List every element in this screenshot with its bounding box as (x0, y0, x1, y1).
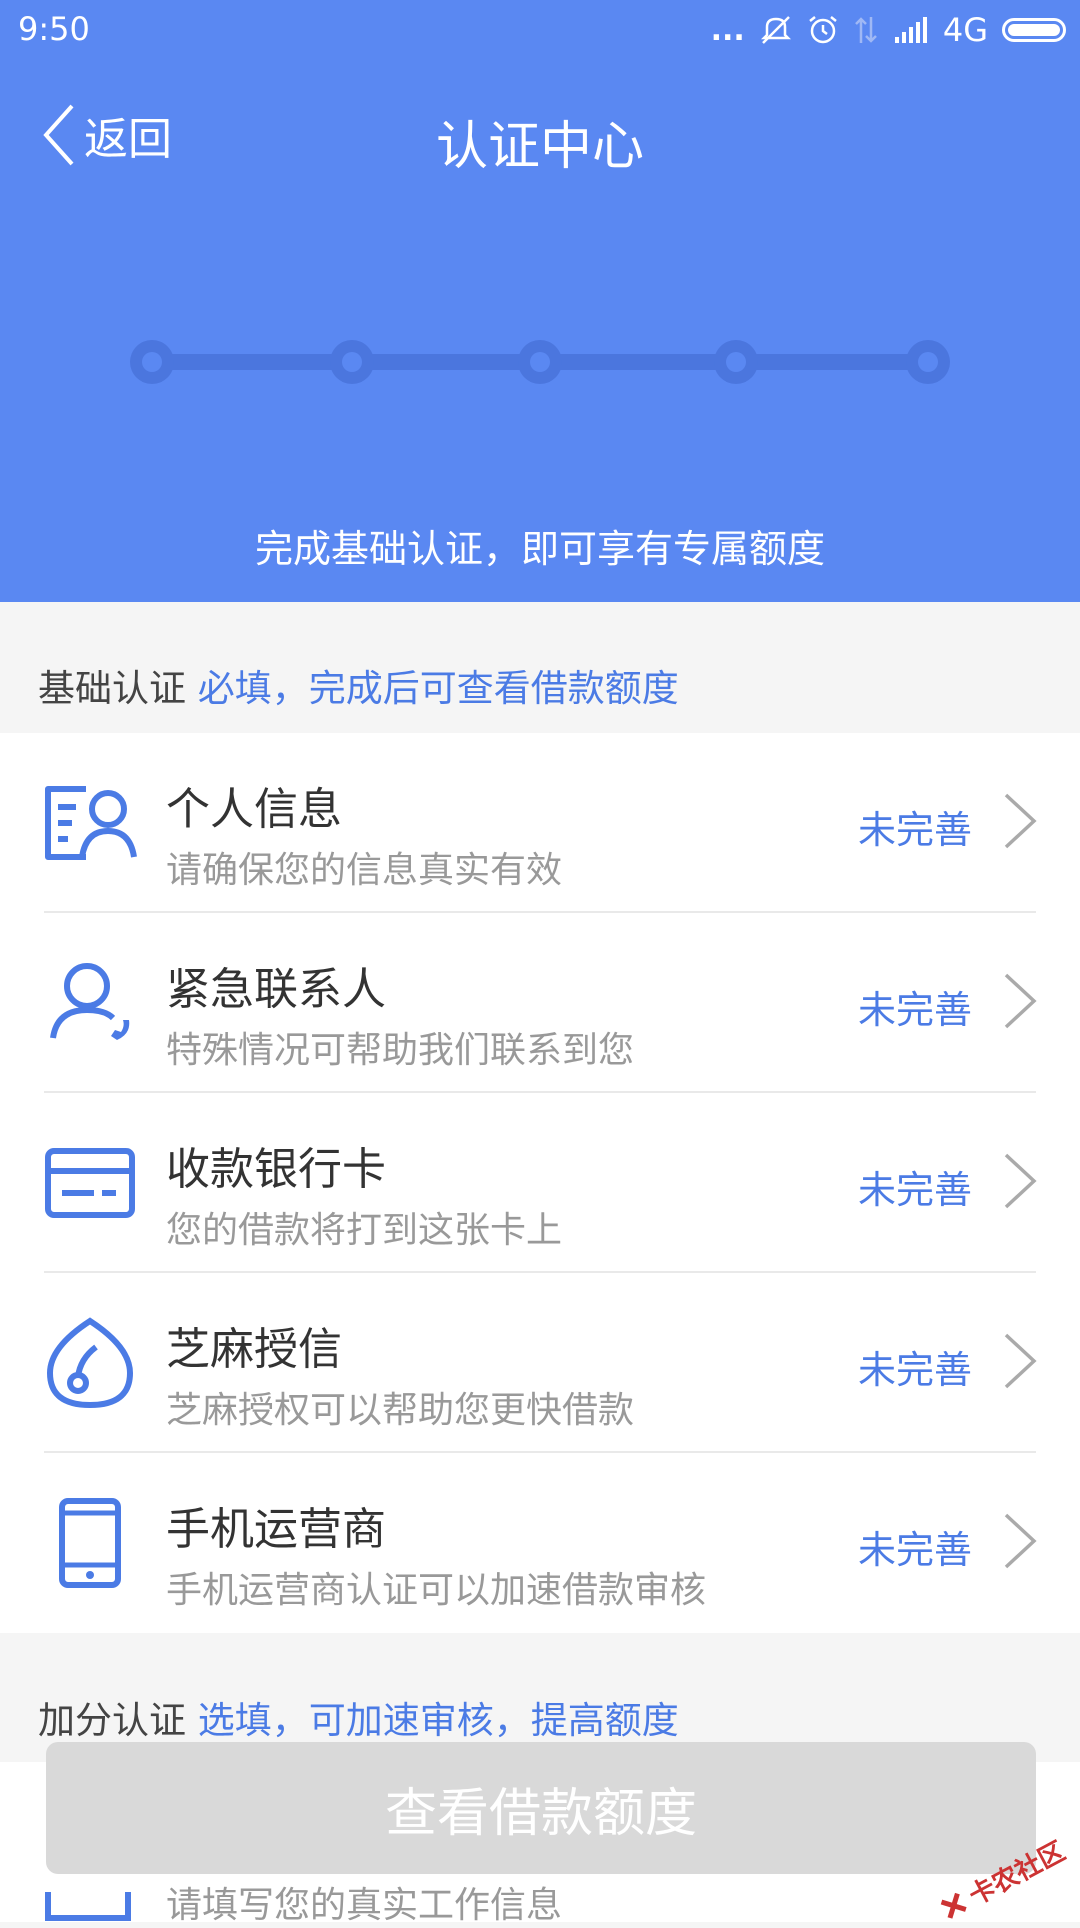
item-subtitle: 请确保您的信息真实有效 (166, 850, 563, 891)
bonus-section-hint: 选填，可加速审核，提高额度 (197, 1699, 679, 1742)
progress-step-2 (330, 340, 374, 384)
item-subtitle: 请填写您的真实工作信息 (166, 1885, 563, 1926)
item-subtitle: 您的借款将打到这张卡上 (166, 1210, 563, 1251)
mute-icon (759, 13, 793, 47)
item-subtitle: 芝麻授权可以帮助您更快借款 (166, 1390, 635, 1431)
sesame-credit-icon (40, 1313, 140, 1413)
chevron-right-icon (1004, 793, 1037, 849)
signal-icon (893, 15, 929, 45)
header: 9:50 ... 4G 返回 认证中心 完成基础认证，即可享有专属额度 (0, 0, 1080, 602)
list-item-personal-info[interactable]: 个人信息 请确保您的信息真实有效 未完善 (0, 733, 1080, 913)
list-item-mobile-carrier[interactable]: 手机运营商 手机运营商认证可以加速借款审核 未完善 (0, 1453, 1080, 1633)
item-status: 未完善 (857, 1168, 972, 1212)
personal-info-icon (40, 773, 140, 873)
item-subtitle: 手机运营商认证可以加速借款审核 (166, 1570, 707, 1611)
network-type: 4G (942, 11, 988, 49)
page-title: 认证中心 (435, 117, 644, 177)
item-title: 收款银行卡 (166, 1144, 386, 1195)
chevron-right-icon (1004, 1333, 1037, 1389)
progress-step-4 (714, 340, 758, 384)
bonus-section-title: 加分认证 选填，可加速审核，提高额度 (38, 1690, 679, 1744)
list-item-bank-card[interactable]: 收款银行卡 您的借款将打到这张卡上 未完善 (0, 1093, 1080, 1273)
alarm-icon (807, 14, 839, 46)
chevron-right-icon (1004, 1513, 1037, 1569)
status-icons: ... 4G (711, 8, 1066, 52)
mobile-phone-icon (40, 1493, 140, 1593)
chevron-right-icon (1004, 973, 1037, 1029)
bank-card-icon (40, 1133, 140, 1233)
item-title: 芝麻授信 (166, 1324, 342, 1375)
progress-steps (130, 340, 950, 384)
contact-person-icon (40, 953, 140, 1053)
chevron-right-icon (1004, 1153, 1037, 1209)
item-status: 未完善 (857, 1348, 972, 1392)
list-item-emergency-contact[interactable]: 紧急联系人 特殊情况可帮助我们联系到您 未完善 (0, 913, 1080, 1093)
battery-icon (1002, 18, 1066, 42)
item-title: 手机运营商 (166, 1504, 386, 1555)
progress-step-1 (130, 340, 174, 384)
item-status: 未完善 (857, 1528, 972, 1572)
list-item-sesame-credit[interactable]: 芝麻授信 芝麻授权可以帮助您更快借款 未完善 (0, 1273, 1080, 1453)
basic-section-label: 基础认证 (38, 667, 186, 710)
view-loan-limit-button[interactable]: 查看借款额度 (46, 1742, 1036, 1874)
item-status: 未完善 (857, 988, 972, 1032)
item-subtitle: 特殊情况可帮助我们联系到您 (166, 1030, 635, 1071)
status-time: 9:50 (18, 10, 90, 48)
basic-auth-list: 个人信息 请确保您的信息真实有效 未完善 紧急联系人 特殊情况可帮助我们联系到您… (0, 733, 1080, 1633)
more-dots: ... (710, 12, 745, 48)
basic-section-title: 基础认证 必填，完成后可查看借款额度 (38, 658, 679, 712)
item-title: 个人信息 (166, 784, 342, 835)
header-tip: 完成基础认证，即可享有专属额度 (254, 527, 825, 571)
bonus-section-label: 加分认证 (38, 1699, 186, 1742)
basic-section-hint: 必填，完成后可查看借款额度 (197, 667, 679, 710)
progress-step-5 (906, 340, 950, 384)
progress-step-3 (518, 340, 562, 384)
item-status: 未完善 (857, 808, 972, 852)
data-arrows-icon (853, 15, 879, 45)
item-title: 紧急联系人 (166, 964, 386, 1015)
status-bar: 9:50 ... 4G (0, 0, 1080, 60)
